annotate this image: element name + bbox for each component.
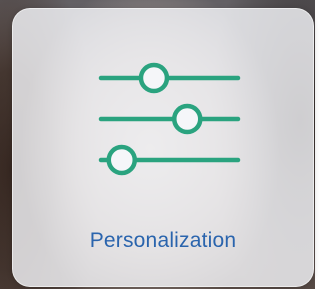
slider-knob-3 xyxy=(106,144,138,176)
personalization-label: Personalization xyxy=(89,229,237,252)
slider-knob-2 xyxy=(172,103,203,135)
personalization-tile[interactable]: Personalization xyxy=(12,8,314,287)
slider-knob-1 xyxy=(138,62,170,94)
sliders-icon xyxy=(98,62,241,176)
